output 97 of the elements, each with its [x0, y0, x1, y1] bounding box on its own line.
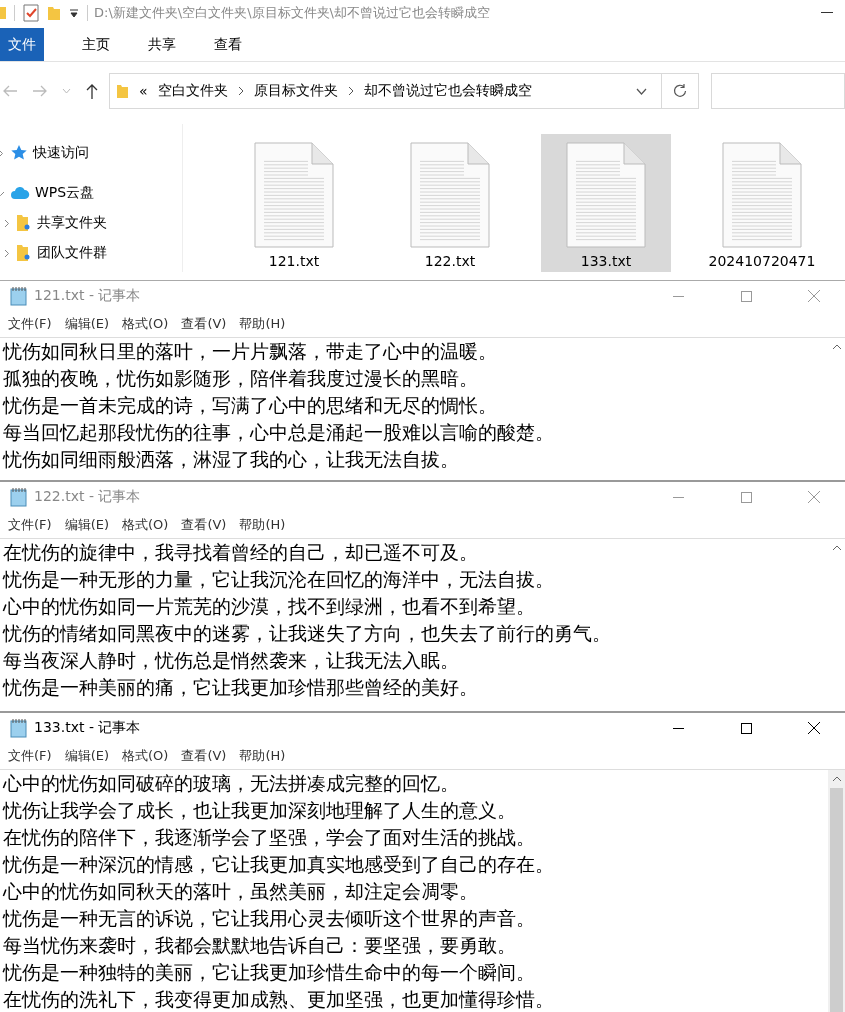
minimize-icon	[672, 727, 684, 729]
text-line: 忧伤让我学会了成长，也让我更加深刻地理解了人生的意义。	[3, 799, 517, 823]
forward-icon[interactable]	[32, 84, 48, 98]
nav-item[interactable]: 快速访问	[33, 144, 89, 162]
minimize-icon[interactable]	[821, 11, 833, 14]
menu-item[interactable]: 帮助(H)	[239, 315, 286, 333]
maximize-icon	[740, 290, 752, 302]
notepad-icon	[10, 286, 28, 306]
ribbon-tab[interactable]: 主页	[63, 28, 129, 61]
cloud-icon	[10, 186, 30, 200]
properties-icon[interactable]	[23, 3, 39, 22]
menu-item[interactable]: 格式(O)	[122, 516, 169, 534]
text-line: 每当回忆起那段忧伤的往事，心中总是涌起一股难以言喻的酸楚。	[3, 421, 555, 445]
nav-item[interactable]: WPS云盘	[35, 184, 95, 202]
text-line: 忧伤是一种无言的诉说，它让我用心灵去倾听这个世界的声音。	[3, 907, 536, 931]
address-bar[interactable]: « 空白文件夹 原目标文件夹 却不曾说过它也会转瞬成空	[109, 73, 699, 109]
minimize-icon	[672, 295, 684, 297]
ribbon-tab[interactable]: 共享	[129, 28, 195, 61]
menu-item[interactable]: 格式(O)	[122, 315, 169, 333]
menu-item[interactable]: 文件(F)	[8, 315, 52, 333]
notepad-icon	[10, 487, 28, 507]
close-icon	[808, 722, 820, 734]
folder-icon	[16, 244, 32, 262]
window-title: D:\新建文件夹\空白文件夹\原目标文件夹\却不曾说过它也会转瞬成空	[94, 3, 490, 22]
chevron-icon[interactable]	[237, 86, 244, 96]
minimize-icon	[672, 496, 684, 498]
text-line: 忧伤是一种美丽的痛，它让我更加珍惜那些曾经的美好。	[3, 676, 479, 700]
dropdown-icon[interactable]	[636, 87, 647, 95]
text-file-icon	[254, 142, 334, 248]
close-icon	[808, 491, 820, 503]
recent-dropdown-icon[interactable]	[62, 88, 71, 94]
ribbon-tab[interactable]: 查看	[195, 28, 261, 61]
file-item[interactable]: 122.txt	[385, 134, 515, 272]
breadcrumb[interactable]: 却不曾说过它也会转瞬成空	[363, 82, 532, 100]
scrollbar-thumb[interactable]	[830, 788, 843, 1012]
menu-item[interactable]: 查看(V)	[181, 315, 227, 333]
menu-item[interactable]: 文件(F)	[8, 747, 52, 765]
text-line: 在忧伤的旋律中，我寻找着曾经的自己，却已遥不可及。	[3, 541, 479, 565]
text-line: 忧伤如同细雨般洒落，淋湿了我的心，让我无法自拔。	[3, 448, 460, 472]
text-line: 忧伤是一种深沉的情感，它让我更加真实地感受到了自己的存在。	[3, 853, 555, 877]
text-area[interactable]: 忧伤如同秋日里的落叶，一片片飘落，带走了心中的温暖。 孤独的夜晚，忧伤如影随形，陪伴着我度过漫长的黑暗。 忧伤是一首未完成的诗，写满了心中的思绪和无尽的惆怅。 每当回忆起那段忧伤的往事，心中总是涌起一股难以言喻的酸楚。 忧伤如同细雨般洒落，淋湿了我的心，让我无法自拔。	[0, 338, 828, 479]
menu-item[interactable]: 文件(F)	[8, 516, 52, 534]
folder-icon	[16, 214, 32, 232]
star-icon	[10, 144, 28, 162]
window-title: 122.txt - 记事本	[34, 488, 142, 506]
up-arrow-icon[interactable]	[85, 83, 99, 99]
menu-item[interactable]: 编辑(E)	[64, 747, 109, 765]
window-title: 121.txt - 记事本	[34, 287, 142, 305]
notepad-icon	[10, 718, 28, 738]
text-line: 孤独的夜晚，忧伤如影随形，陪伴着我度过漫长的黑暗。	[3, 367, 479, 391]
maximize-icon	[740, 491, 752, 503]
text-line: 忧伤是一种独特的美丽，它让我更加珍惜生命中的每一个瞬间。	[3, 961, 536, 985]
expand-chevron-icon[interactable]	[2, 218, 11, 228]
menu-item[interactable]: 编辑(E)	[64, 315, 109, 333]
refresh-icon	[673, 84, 687, 98]
text-line: 忧伤如同秋日里的落叶，一片片飘落，带走了心中的温暖。	[3, 340, 498, 364]
file-item[interactable]: 133.txt	[541, 134, 671, 272]
text-line: 每当夜深人静时，忧伤总是悄然袭来，让我无法入眠。	[3, 649, 460, 673]
menu-item[interactable]: 编辑(E)	[64, 516, 109, 534]
text-line: 心中的忧伤如同破碎的玻璃，无法拼凑成完整的回忆。	[3, 772, 460, 796]
ribbon-tab[interactable]: 文件	[0, 28, 44, 61]
text-file-icon	[410, 142, 490, 248]
scroll-up-icon[interactable]	[831, 344, 842, 350]
nav-item[interactable]: 团队文件群	[37, 244, 107, 262]
text-line: 每当忧伤来袭时，我都会默默地告诉自己：要坚强，要勇敢。	[3, 934, 517, 958]
breadcrumb[interactable]: 空白文件夹	[157, 82, 228, 100]
menu-item[interactable]: 查看(V)	[181, 747, 227, 765]
close-icon	[808, 290, 820, 302]
menu-item[interactable]: 帮助(H)	[239, 747, 286, 765]
text-line: 忧伤的情绪如同黑夜中的迷雾，让我迷失了方向，也失去了前行的勇气。	[3, 622, 612, 646]
text-line: 心中的忧伤如同秋天的落叶，虽然美丽，却注定会凋零。	[3, 880, 479, 904]
overflow-chevron[interactable]: «	[139, 83, 148, 99]
file-item[interactable]: 202410720471	[697, 134, 827, 272]
text-area[interactable]: 在忧伤的旋律中，我寻找着曾经的自己，却已遥不可及。 忧伤是一种无形的力量，它让我沉沦在回忆的海洋中，无法自拔。 心中的忧伤如同一片荒芜的沙漠，找不到绿洲，也看不到希望。 忧伤的情绪如同黑夜中的迷雾，让我迷失了方向，也失去了前行的勇气。 每当夜深人静时，忧伤总是悄然袭来，让我无法入眠。 忧伤是一种美丽的痛，它让我更加珍惜那些曾经的美好。	[0, 539, 828, 710]
dropdown-icon[interactable]	[69, 7, 79, 18]
text-line: 忧伤是一种无形的力量，它让我沉沦在回忆的海洋中，无法自拔。	[3, 568, 555, 592]
text-line: 心中的忧伤如同一片荒芜的沙漠，找不到绿洲，也看不到希望。	[3, 595, 536, 619]
scroll-up-icon[interactable]	[831, 776, 842, 782]
menu-item[interactable]: 帮助(H)	[239, 516, 286, 534]
window-title: 133.txt - 记事本	[34, 719, 142, 737]
text-file-icon	[566, 142, 646, 248]
menu-item[interactable]: 查看(V)	[181, 516, 227, 534]
back-icon[interactable]	[2, 84, 18, 98]
menu-item[interactable]: 格式(O)	[122, 747, 169, 765]
chevron-icon[interactable]	[347, 86, 354, 96]
expand-chevron-icon[interactable]	[2, 248, 11, 258]
text-file-icon	[722, 142, 802, 248]
text-line: 在忧伤的洗礼下，我变得更加成熟、更加坚强，也更加懂得珍惜。	[3, 988, 555, 1012]
breadcrumb[interactable]: 原目标文件夹	[253, 82, 338, 100]
file-item[interactable]: 121.txt	[229, 134, 359, 272]
text-line: 在忧伤的陪伴下，我逐渐学会了坚强，学会了面对生活的挑战。	[3, 826, 536, 850]
maximize-icon	[740, 722, 752, 734]
nav-item[interactable]: 共享文件夹	[37, 214, 107, 232]
folder-icon	[116, 83, 129, 99]
scroll-up-icon[interactable]	[831, 545, 842, 551]
text-line: 忧伤是一首未完成的诗，写满了心中的思绪和无尽的惆怅。	[3, 394, 498, 418]
search-field[interactable]	[711, 73, 845, 109]
